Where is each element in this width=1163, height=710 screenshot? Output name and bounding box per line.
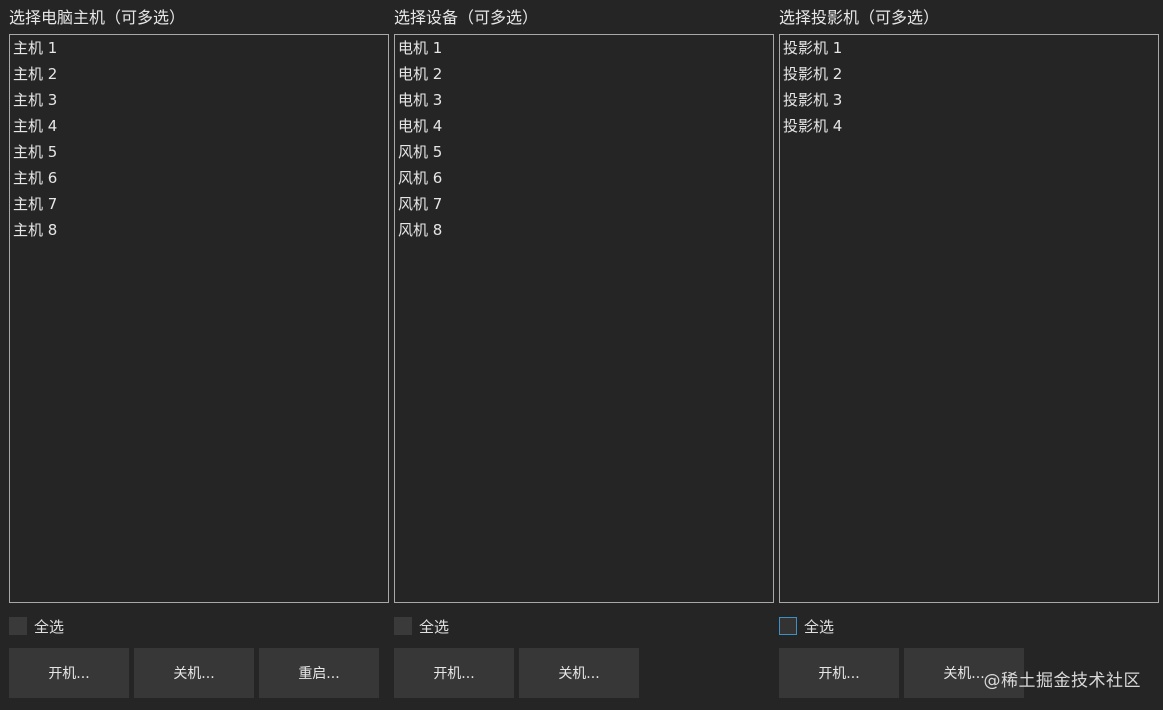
select-all-checkbox[interactable]: 全选 [394,616,449,636]
checkbox-box[interactable] [394,617,412,635]
list-item[interactable]: 风机 6 [395,165,773,191]
select-all-label: 全选 [419,617,450,636]
device-listbox[interactable]: 电机 1 电机 2 电机 3 电机 4 风机 5 风机 6 风机 7 风机 8 [394,34,774,603]
app-window: 选择电脑主机（可多选） 主机 1 主机 2 主机 3 主机 4 主机 5 主机 … [0,0,1163,710]
list-item[interactable]: 主机 6 [10,165,388,191]
checkbox-box[interactable] [9,617,27,635]
list-item[interactable]: 主机 2 [10,61,388,87]
projector-listbox[interactable]: 投影机 1 投影机 2 投影机 3 投影机 4 [779,34,1159,603]
panel-title: 选择电脑主机（可多选） [9,8,186,27]
list-item[interactable]: 电机 1 [395,35,773,61]
panel-projectors: 选择投影机（可多选） 投影机 1 投影机 2 投影机 3 投影机 4 全选 开机… [779,0,1159,710]
list-item[interactable]: 风机 5 [395,139,773,165]
select-all-checkbox[interactable]: 全选 [9,616,64,636]
panel-computer-hosts: 选择电脑主机（可多选） 主机 1 主机 2 主机 3 主机 4 主机 5 主机 … [9,0,389,710]
select-all-label: 全选 [804,617,835,636]
restart-button[interactable]: 重启... [259,648,379,698]
list-item[interactable]: 主机 5 [10,139,388,165]
host-listbox[interactable]: 主机 1 主机 2 主机 3 主机 4 主机 5 主机 6 主机 7 主机 8 [9,34,389,603]
power-on-button[interactable]: 开机... [394,648,514,698]
list-item[interactable]: 风机 8 [395,217,773,243]
list-item[interactable]: 主机 4 [10,113,388,139]
checkbox-box[interactable] [779,617,797,635]
panel-devices: 选择设备（可多选） 电机 1 电机 2 电机 3 电机 4 风机 5 风机 6 … [394,0,774,710]
list-item[interactable]: 投影机 4 [780,113,1158,139]
list-item[interactable]: 投影机 1 [780,35,1158,61]
list-item[interactable]: 投影机 3 [780,87,1158,113]
select-all-label: 全选 [34,617,65,636]
list-item[interactable]: 电机 3 [395,87,773,113]
power-off-button[interactable]: 关机... [134,648,254,698]
list-item[interactable]: 主机 8 [10,217,388,243]
power-on-button[interactable]: 开机... [9,648,129,698]
power-off-button[interactable]: 关机... [519,648,639,698]
panel-title: 选择设备（可多选） [394,8,539,27]
select-all-checkbox[interactable]: 全选 [779,616,834,636]
list-item[interactable]: 主机 7 [10,191,388,217]
watermark: @稀土掘金技术社区 [983,671,1141,691]
panel-title: 选择投影机（可多选） [779,8,940,27]
list-item[interactable]: 电机 4 [395,113,773,139]
list-item[interactable]: 投影机 2 [780,61,1158,87]
list-item[interactable]: 主机 3 [10,87,388,113]
list-item[interactable]: 主机 1 [10,35,388,61]
list-item[interactable]: 电机 2 [395,61,773,87]
power-on-button[interactable]: 开机... [779,648,899,698]
list-item[interactable]: 风机 7 [395,191,773,217]
